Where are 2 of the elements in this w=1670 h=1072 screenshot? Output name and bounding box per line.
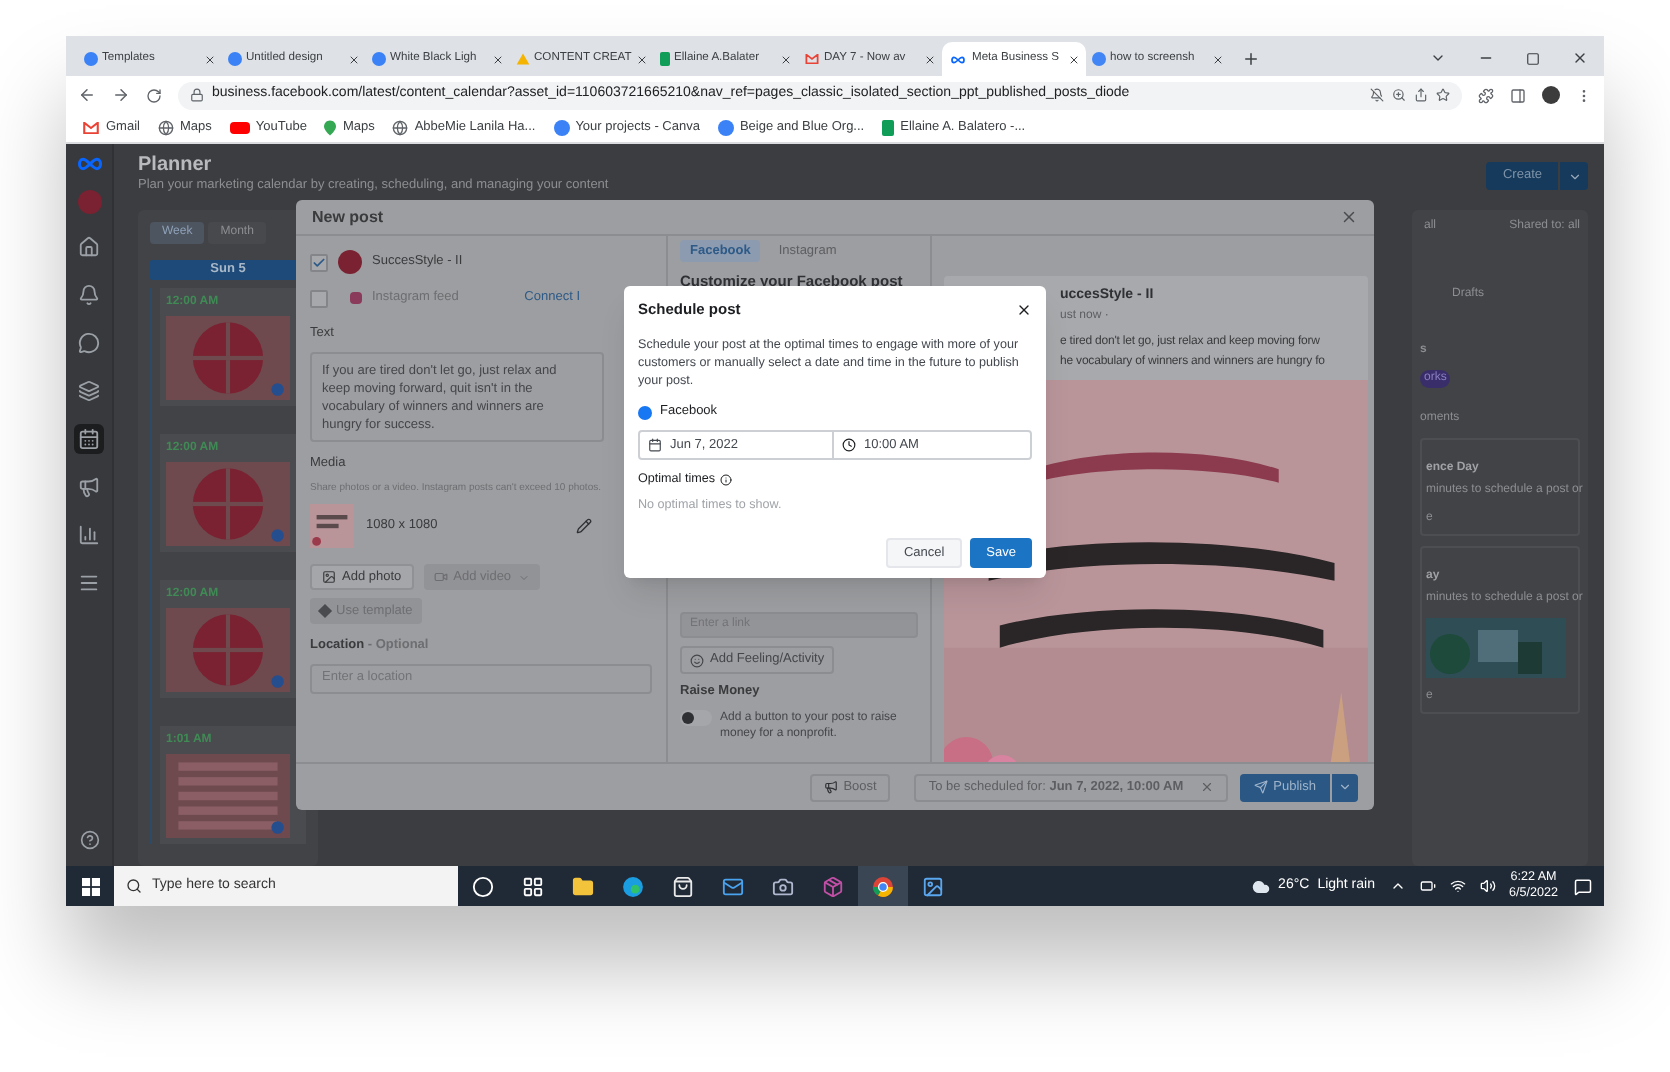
dialog-title: New post [312, 205, 384, 229]
page-title: Planner [138, 154, 214, 178]
